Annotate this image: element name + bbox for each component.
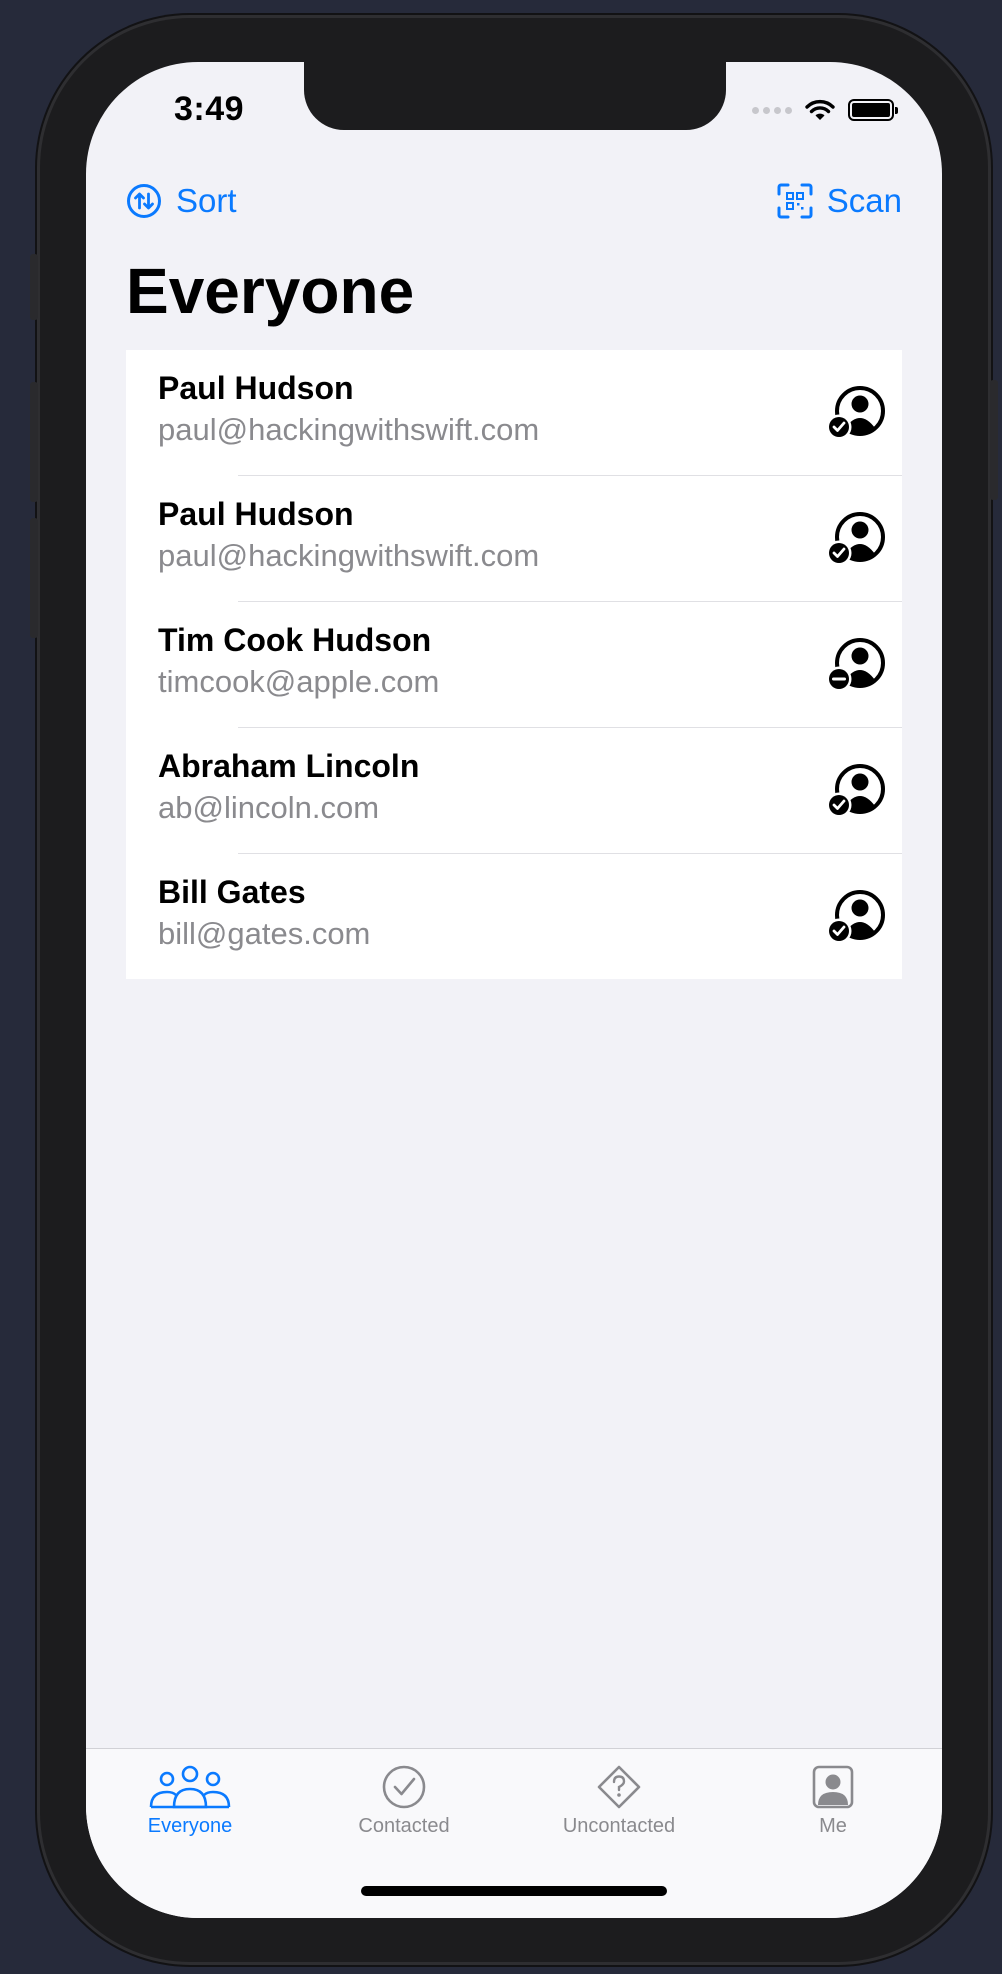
tab-label: Contacted — [358, 1815, 450, 1837]
prospect-row[interactable]: Tim Cook Hudson timcook@apple.com — [126, 602, 902, 727]
volume-up-button — [30, 382, 38, 502]
sort-arrows-circle-icon — [127, 184, 161, 218]
prospect-row[interactable]: Abraham Lincoln ab@lincoln.com — [126, 728, 902, 853]
checkmark-circle-icon — [382, 1765, 426, 1809]
tab-contacted[interactable]: Contacted — [314, 1765, 494, 1838]
people-icon — [149, 1765, 231, 1809]
prospect-email: timcook@apple.com — [158, 664, 440, 699]
status-indicators — [752, 98, 898, 122]
prospect-name: Abraham Lincoln — [158, 748, 420, 784]
scan-label: Scan — [826, 182, 902, 219]
battery-icon — [848, 99, 898, 121]
home-indicator — [361, 1886, 667, 1896]
prospect-email: ab@lincoln.com — [158, 790, 380, 825]
power-button — [990, 380, 998, 500]
prospect-name: Paul Hudson — [158, 370, 354, 406]
person-square-icon — [812, 1765, 854, 1809]
prospect-row[interactable]: Paul Hudson paul@hackingwithswift.com — [126, 350, 902, 475]
notch — [304, 62, 726, 130]
person-contacted-icon — [826, 512, 885, 566]
questionmark-diamond-icon — [597, 1765, 641, 1809]
prospect-email: paul@hackingwithswift.com — [158, 412, 540, 447]
cellular-signal-icon — [752, 106, 792, 114]
sort-label: Sort — [176, 182, 237, 219]
person-contacted-icon — [826, 386, 885, 440]
sort-button[interactable]: Sort — [126, 182, 237, 220]
prospect-row[interactable]: Bill Gates bill@gates.com — [126, 854, 902, 979]
person-contacted-icon — [826, 890, 885, 944]
tab-everyone[interactable]: Everyone — [100, 1765, 280, 1838]
qrcode-viewfinder-icon — [777, 183, 813, 219]
scan-button[interactable]: Scan — [777, 182, 902, 220]
prospect-email: paul@hackingwithswift.com — [158, 538, 540, 573]
tab-label: Uncontacted — [562, 1815, 676, 1837]
prospect-row[interactable]: Paul Hudson paul@hackingwithswift.com — [126, 476, 902, 601]
wifi-icon — [805, 99, 835, 120]
prospect-list: Paul Hudson paul@hackingwithswift.com Pa… — [126, 350, 902, 979]
tab-label: Me — [819, 1815, 847, 1837]
volume-down-button — [30, 518, 38, 638]
status-time: 3:49 — [174, 90, 245, 128]
prospect-name: Paul Hudson — [158, 496, 354, 532]
tab-label: Everyone — [147, 1815, 233, 1837]
silent-switch — [30, 254, 38, 320]
person-contacted-icon — [826, 764, 885, 818]
tab-uncontacted[interactable]: Uncontacted — [529, 1765, 709, 1838]
prospect-name: Bill Gates — [158, 874, 306, 910]
prospect-email: bill@gates.com — [158, 916, 371, 951]
prospect-name: Tim Cook Hudson — [158, 622, 432, 658]
tab-me[interactable]: Me — [743, 1765, 923, 1838]
page-title: Everyone — [126, 255, 415, 327]
screen: 3:49 Sort Scan Everyone Paul Hudson paul… — [86, 62, 942, 1918]
person-uncontacted-icon — [826, 638, 885, 692]
